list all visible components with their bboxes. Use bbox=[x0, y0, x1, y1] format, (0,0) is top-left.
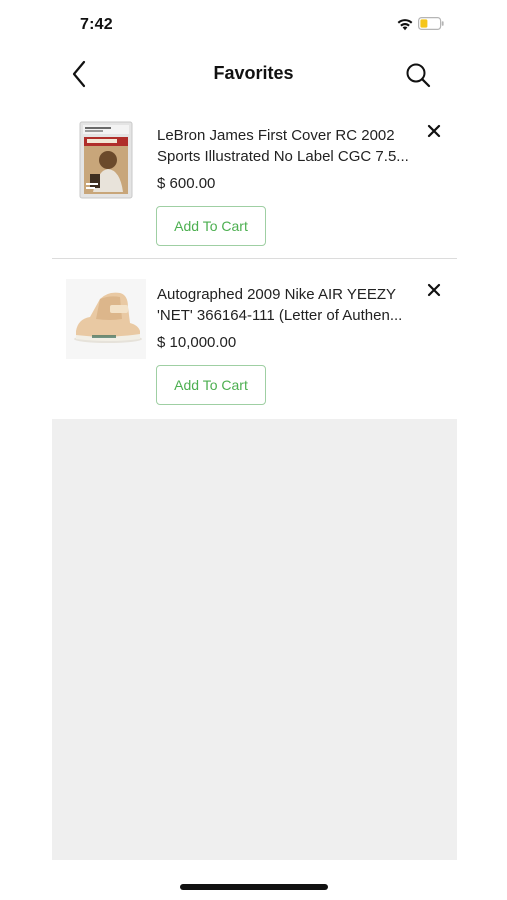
list-item[interactable]: Autographed 2009 Nike AIR YEEZY 'NET' 36… bbox=[52, 259, 457, 420]
search-button[interactable] bbox=[402, 59, 434, 91]
favorites-list: LeBron James First Cover RC 2002 Sports … bbox=[52, 100, 457, 420]
search-icon bbox=[406, 63, 431, 88]
add-to-cart-button[interactable]: Add To Cart bbox=[156, 365, 266, 405]
wifi-icon bbox=[397, 19, 413, 31]
favorites-screen: 7:42 Favorites LeBron James First Cover … bbox=[0, 0, 507, 900]
graded-magazine-thumbnail[interactable] bbox=[66, 120, 146, 200]
add-to-cart-button[interactable]: Add To Cart bbox=[156, 206, 266, 246]
status-bar: 7:42 bbox=[0, 0, 507, 50]
item-title[interactable]: Autographed 2009 Nike AIR YEEZY 'NET' 36… bbox=[157, 284, 423, 326]
status-time: 7:42 bbox=[80, 16, 113, 33]
empty-list-area bbox=[52, 419, 457, 860]
home-indicator[interactable] bbox=[180, 884, 328, 890]
close-icon bbox=[427, 124, 441, 138]
remove-favorite-button[interactable] bbox=[424, 121, 444, 141]
remove-favorite-button[interactable] bbox=[424, 280, 444, 300]
item-title[interactable]: LeBron James First Cover RC 2002 Sports … bbox=[157, 125, 423, 167]
close-icon bbox=[427, 283, 441, 297]
item-price: $ 10,000.00 bbox=[157, 334, 237, 351]
nav-bar: Favorites bbox=[0, 50, 507, 100]
sneaker-thumbnail[interactable] bbox=[66, 279, 146, 359]
list-item[interactable]: LeBron James First Cover RC 2002 Sports … bbox=[52, 100, 457, 259]
battery-icon bbox=[418, 17, 444, 30]
item-price: $ 600.00 bbox=[157, 175, 216, 192]
